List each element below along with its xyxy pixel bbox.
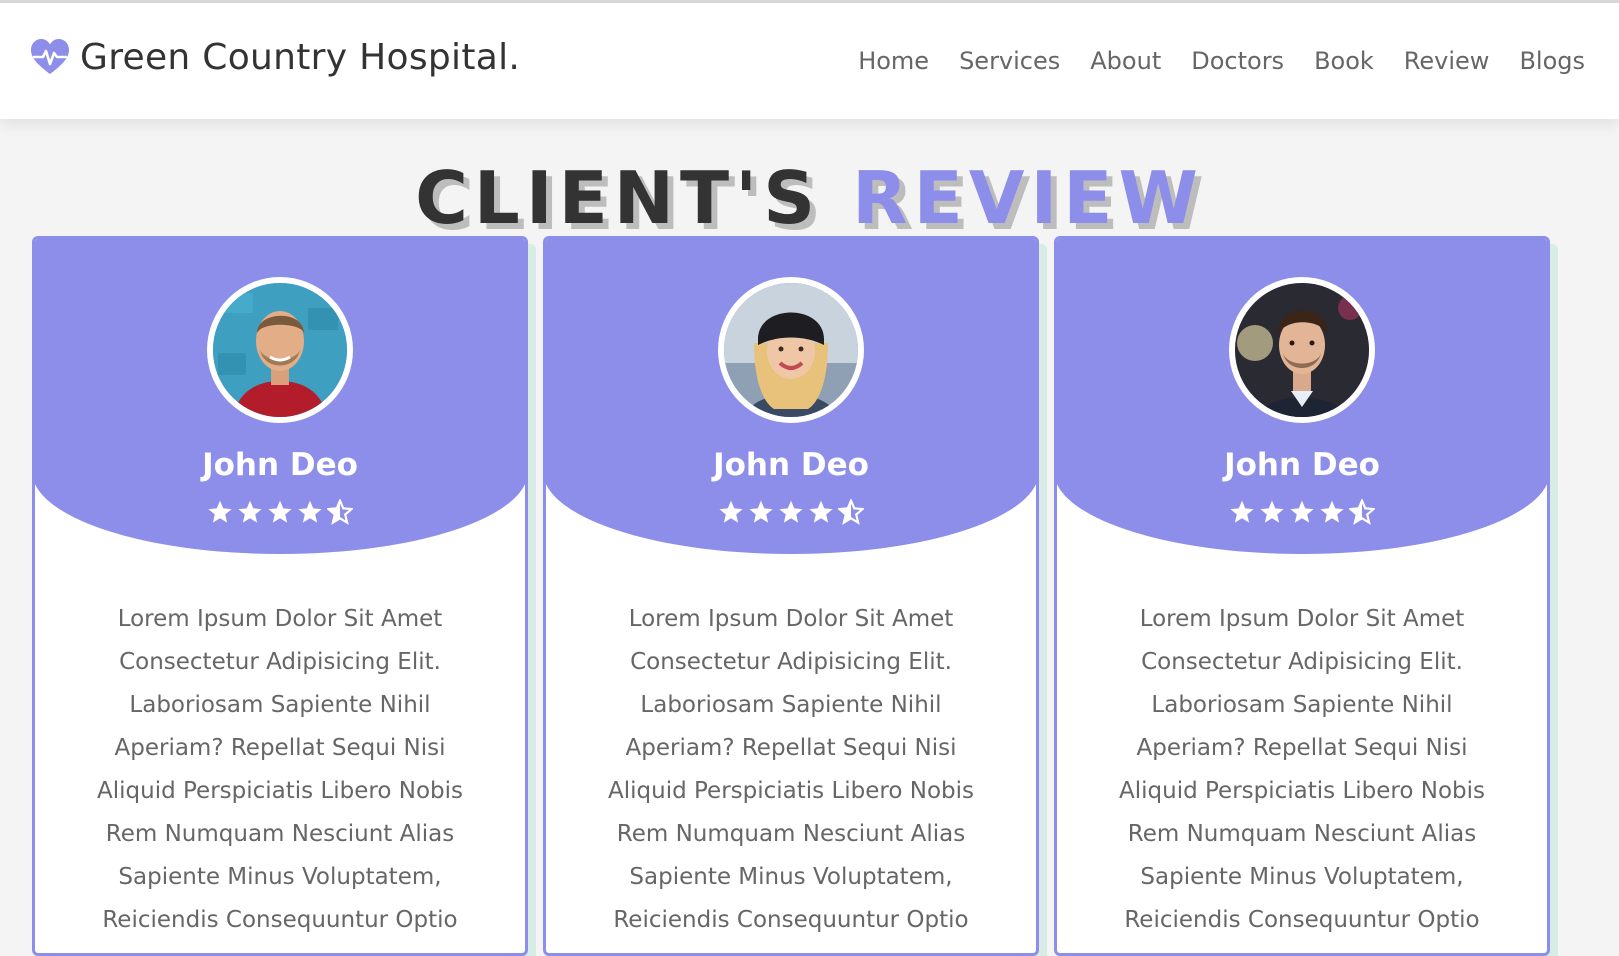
- main-nav: Home Services About Doctors Book Review …: [858, 47, 1585, 75]
- logo-link[interactable]: Green Country Hospital.: [30, 37, 520, 78]
- star-icon: [1230, 500, 1254, 523]
- avatar: [1229, 277, 1375, 423]
- star-rating: [546, 497, 1036, 525]
- reviewer-name: John Deo: [1224, 447, 1380, 483]
- review-text: Lorem Ipsum Dolor Sit Amet Consectetur A…: [1119, 606, 1485, 933]
- avatar-photo: [1235, 283, 1369, 417]
- nav-review[interactable]: Review: [1404, 47, 1490, 75]
- nav-book[interactable]: Book: [1314, 47, 1374, 75]
- reviewer-name: John Deo: [713, 447, 869, 483]
- nav-about[interactable]: About: [1090, 47, 1161, 75]
- heartbeat-icon: [31, 38, 69, 74]
- review-text: Lorem Ipsum Dolor Sit Amet Consectetur A…: [97, 606, 463, 933]
- star-icon: [238, 500, 262, 523]
- reviewer-name: John Deo: [202, 447, 358, 483]
- site-header: Green Country Hospital. Home Services Ab…: [0, 3, 1619, 119]
- section-heading: CLIENT'S REVIEW: [0, 156, 1619, 240]
- heading-accent: REVIEW: [852, 156, 1204, 241]
- star-half-icon: [325, 497, 355, 525]
- star-icon: [749, 500, 773, 523]
- star-icon: [1290, 500, 1314, 523]
- star-icon: [1260, 500, 1284, 523]
- review-cards: John Deo Lorem Ipsum Dolor Sit Amet Cons…: [32, 236, 1592, 956]
- avatar-photo: [213, 283, 347, 417]
- review-card: John Deo Lorem Ipsum Dolor Sit Amet Cons…: [543, 236, 1039, 956]
- review-card: John Deo Lorem Ipsum Dolor Sit Amet Cons…: [1054, 236, 1550, 956]
- star-half-icon: [1347, 497, 1377, 525]
- logo-text: Green Country Hospital.: [80, 37, 521, 78]
- review-card: John Deo Lorem Ipsum Dolor Sit Amet Cons…: [32, 236, 528, 956]
- star-icon: [298, 500, 322, 523]
- nav-services[interactable]: Services: [959, 47, 1060, 75]
- star-icon: [1320, 500, 1344, 523]
- star-rating: [35, 497, 525, 525]
- star-half-icon: [836, 497, 866, 525]
- heading-main: CLIENT'S: [415, 156, 822, 241]
- review-text: Lorem Ipsum Dolor Sit Amet Consectetur A…: [608, 606, 974, 933]
- nav-doctors[interactable]: Doctors: [1191, 47, 1284, 75]
- avatar: [718, 277, 864, 423]
- avatar: [207, 277, 353, 423]
- nav-home[interactable]: Home: [858, 47, 929, 75]
- star-icon: [268, 500, 292, 523]
- nav-blogs[interactable]: Blogs: [1519, 47, 1585, 75]
- star-icon: [779, 500, 803, 523]
- star-rating: [1057, 497, 1547, 525]
- avatar-photo: [724, 283, 858, 417]
- star-icon: [208, 500, 232, 523]
- star-icon: [719, 500, 743, 523]
- star-icon: [809, 500, 833, 523]
